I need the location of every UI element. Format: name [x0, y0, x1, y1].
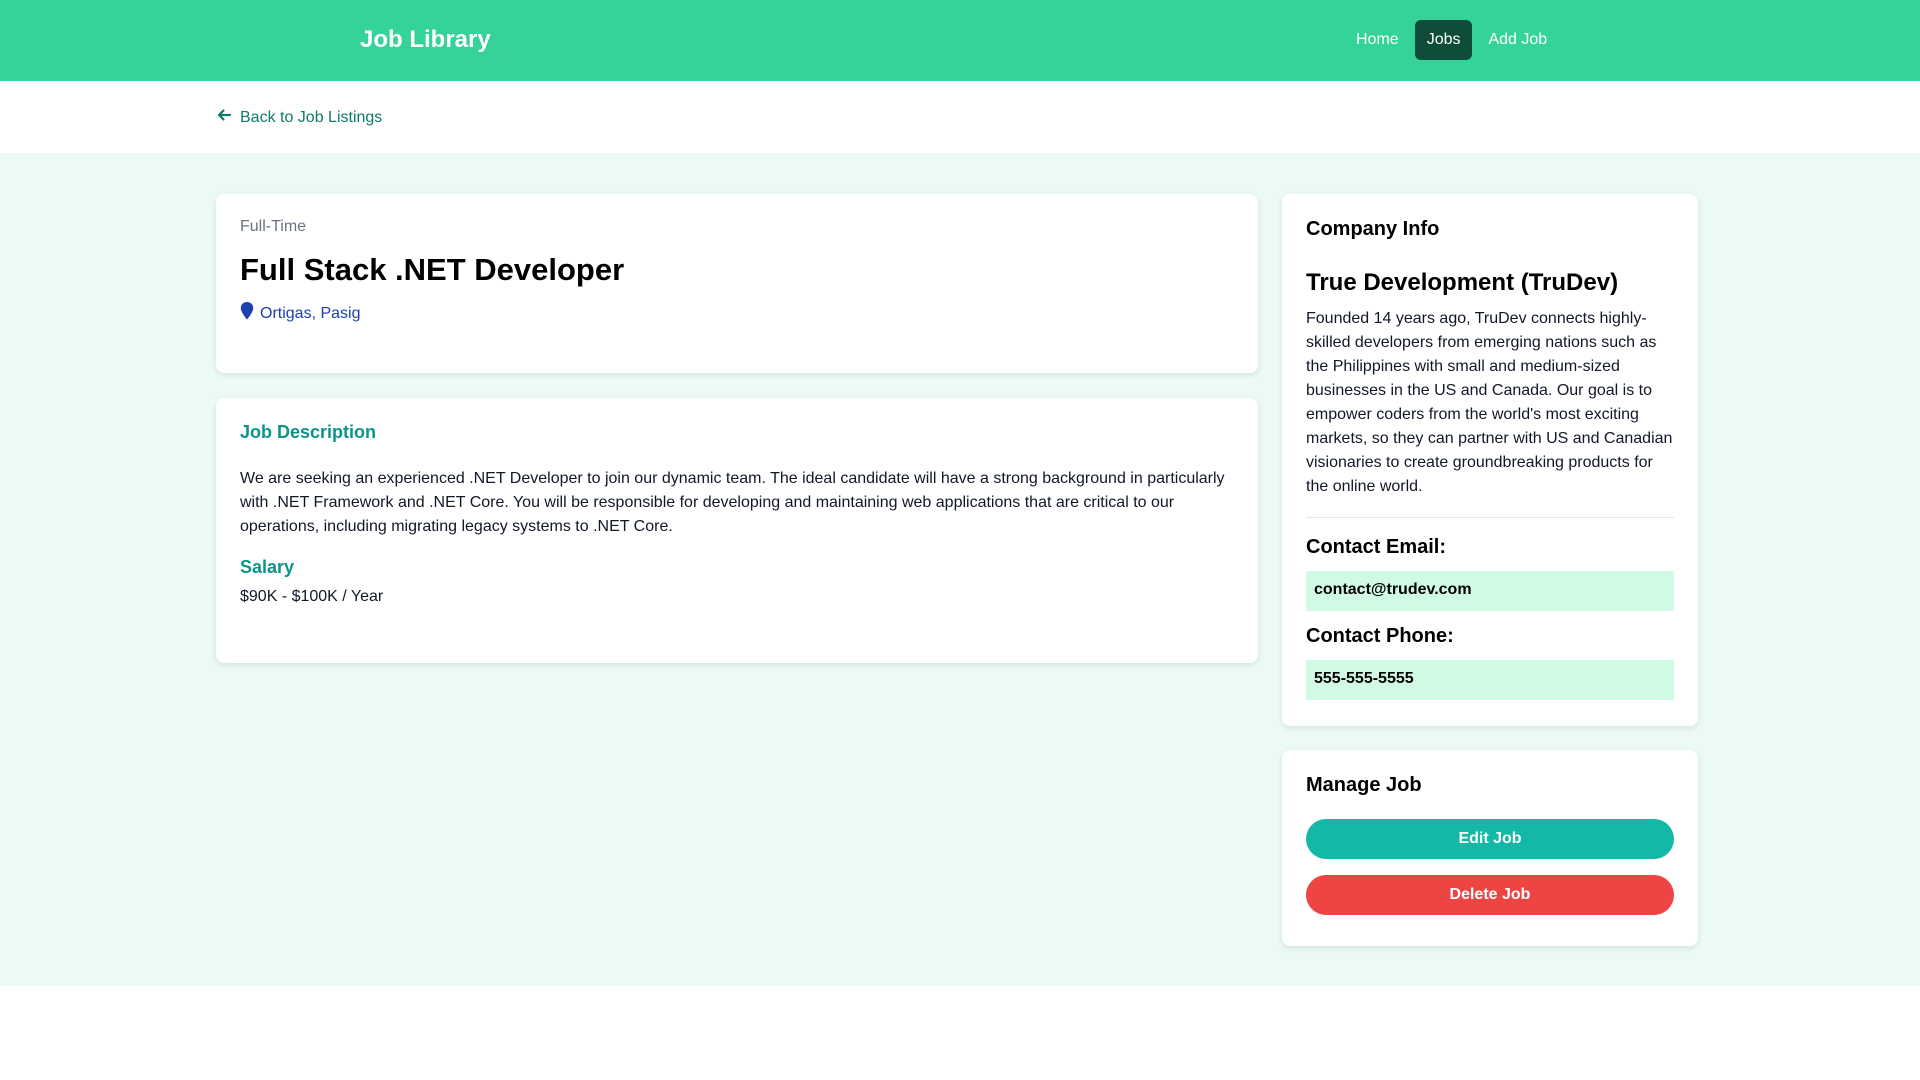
contact-email-label: Contact Email: — [1306, 536, 1447, 558]
job-location: Ortigas, Pasig — [240, 302, 1234, 325]
map-marker-icon — [240, 302, 254, 325]
job-location-label: Ortigas, Pasig — [260, 304, 361, 322]
contact-phone-value[interactable]: 555-555-5555 — [1306, 660, 1674, 700]
company-description: Founded 14 years ago, TruDev connects hi… — [1306, 310, 1673, 495]
job-description-card: Job Description We are seeking an experi… — [216, 398, 1258, 663]
job-header-card: Full-Time Full Stack .NET Developer Orti… — [216, 194, 1258, 373]
main-content: Full-Time Full Stack .NET Developer Orti… — [0, 153, 1920, 986]
nav-jobs-link[interactable]: Jobs — [1414, 20, 1473, 60]
back-link-label: Back to Job Listings — [240, 108, 383, 126]
manage-job-card: Manage Job Edit Job Delete Job — [1282, 750, 1698, 946]
nav-home-link[interactable]: Home — [1344, 20, 1411, 60]
delete-job-button[interactable]: Delete Job — [1306, 875, 1674, 915]
job-type: Full-Time — [240, 218, 307, 235]
brand-logo[interactable]: Job Library — [360, 26, 491, 54]
salary-heading: Salary — [240, 557, 295, 577]
manage-job-heading: Manage Job — [1306, 774, 1422, 796]
page-footer-space — [0, 986, 1920, 1080]
navbar: Job Library Home Jobs Add Job — [0, 0, 1920, 81]
company-name: True Development (TruDev) — [1306, 269, 1619, 296]
company-info-heading: Company Info — [1306, 218, 1440, 240]
contact-phone-label: Contact Phone: — [1306, 625, 1454, 647]
contact-email-value[interactable]: contact@trudev.com — [1306, 571, 1674, 611]
back-bar: Back to Job Listings — [0, 81, 1920, 153]
job-description-heading: Job Description — [240, 422, 377, 442]
salary-value: $90K - $100K / Year — [240, 588, 384, 605]
company-info-card: Company Info True Development (TruDev) F… — [1282, 194, 1698, 726]
back-to-listings-link[interactable]: Back to Job Listings — [216, 107, 382, 128]
job-title: Full Stack .NET Developer — [240, 252, 625, 287]
job-description-text: We are seeking an experienced .NET Devel… — [240, 470, 1225, 535]
arrow-left-icon — [216, 107, 232, 128]
nav-add-job-link[interactable]: Add Job — [1476, 20, 1559, 60]
divider — [1306, 517, 1674, 518]
nav-links: Home Jobs Add Job — [1344, 20, 1559, 60]
edit-job-button[interactable]: Edit Job — [1306, 819, 1674, 859]
